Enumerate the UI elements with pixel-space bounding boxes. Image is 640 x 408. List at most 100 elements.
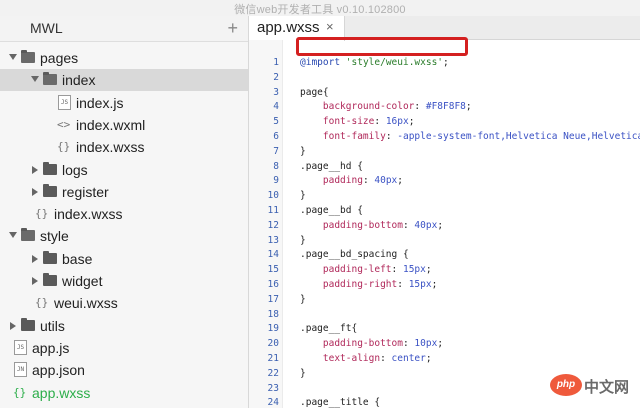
js-file-icon: JS xyxy=(14,339,27,355)
code-token: ; xyxy=(408,116,415,128)
code-line: 19 .page__ft{ xyxy=(249,322,640,337)
tree-item[interactable]: pages xyxy=(0,47,248,69)
code-token: padding-bottom xyxy=(322,338,403,350)
chevron-down-icon[interactable] xyxy=(9,54,17,60)
wxss-file-icon: {} xyxy=(57,140,71,154)
line-number: 12 xyxy=(267,219,279,231)
folder-icon xyxy=(21,317,35,331)
code-line: 13} xyxy=(249,234,640,249)
line-number: 13 xyxy=(267,234,279,246)
code-token: center xyxy=(391,353,426,364)
tree-item[interactable]: widget xyxy=(0,270,248,292)
code-text: } xyxy=(300,367,306,382)
code-token: .page__bd_spacing { xyxy=(300,249,409,261)
tree-item-label: pages xyxy=(40,50,79,66)
code-token: padding-bottom xyxy=(322,219,403,231)
tree-item[interactable]: style xyxy=(0,225,248,247)
chevron-right-icon[interactable] xyxy=(32,277,38,285)
tree-item-label: index xyxy=(62,72,96,89)
tree-item-label: index.wxss xyxy=(54,206,123,223)
code-token: .page__ft{ xyxy=(300,323,358,335)
code-token: : xyxy=(397,279,409,290)
tree-item[interactable]: JN app.json xyxy=(0,359,248,381)
tree-item[interactable]: base xyxy=(0,248,248,270)
code-line: 10} xyxy=(249,189,640,204)
code-token: : xyxy=(414,101,426,113)
code-token: : xyxy=(362,175,375,187)
code-token: 15px xyxy=(408,279,432,290)
window-titlebar: 微信web开发者工具 v0.10.102800 xyxy=(0,0,640,16)
tree-item-label: app.js xyxy=(32,339,70,356)
chevron-right-icon[interactable] xyxy=(32,165,38,174)
php-logo: php xyxy=(550,374,582,396)
chevron-down-icon[interactable] xyxy=(9,232,17,239)
tree-item[interactable]: {} index.wxss xyxy=(0,203,248,225)
code-text: } xyxy=(300,189,306,204)
code-text: padding-bottom: 10px; xyxy=(300,337,443,352)
code-token: 'style/weui.wxss' xyxy=(345,57,444,68)
code-token: padding-right xyxy=(322,279,398,290)
tab-label: app.wxss xyxy=(257,19,320,36)
code-line: 6 font-family: -apple-system-font,Helvet… xyxy=(249,130,640,145)
tree-item[interactable]: index xyxy=(0,69,248,92)
code-text: page{ xyxy=(300,86,329,101)
code-token: ; xyxy=(425,353,432,364)
folder-icon xyxy=(43,183,57,197)
line-number: 14 xyxy=(267,249,279,261)
code-token: } xyxy=(300,234,306,246)
code-text: padding: 40px; xyxy=(300,174,403,189)
code-token: } xyxy=(300,190,306,202)
code-line: 18 xyxy=(249,308,640,323)
code-text: .page__ft{ xyxy=(300,322,357,337)
code-editor[interactable]: app.wxss × 1 @import 'style/weui.wxss'; 2 3… xyxy=(249,16,640,408)
code-token: : xyxy=(402,338,415,350)
code-token: 15px xyxy=(402,264,426,276)
chevron-right-icon[interactable] xyxy=(10,321,16,330)
tree-item-label: register xyxy=(62,183,109,200)
code-token: padding-left xyxy=(322,264,392,276)
code-line: 20 padding-bottom: 10px; xyxy=(249,337,640,352)
line-number: 8 xyxy=(273,160,279,172)
code-token: font-family xyxy=(322,131,386,142)
tree-item[interactable]: <> index.wxml xyxy=(0,114,248,136)
tree-item-label: app.wxss xyxy=(32,384,91,401)
window-title: 微信web开发者工具 v0.10.102800 xyxy=(234,4,406,16)
tree-item[interactable]: JS app.js xyxy=(0,337,248,359)
tree-item[interactable]: logs xyxy=(0,159,248,181)
tree-item[interactable]: JS index.js xyxy=(0,92,248,114)
tree-item[interactable]: {} weui.wxss xyxy=(0,292,248,314)
code-token: } xyxy=(300,367,306,379)
chevron-right-icon[interactable] xyxy=(32,187,38,196)
code-text: padding-right: 15px; xyxy=(300,278,437,293)
tree-item[interactable]: {} app.wxss xyxy=(0,382,248,404)
tree-item-label: utils xyxy=(40,317,65,334)
chevron-down-icon[interactable] xyxy=(31,76,39,83)
tree-item-label: app.json xyxy=(32,362,85,379)
tree-item[interactable]: {} index.wxss xyxy=(0,136,248,158)
line-number: 4 xyxy=(273,101,279,113)
code-text: font-size: 16px; xyxy=(300,115,415,130)
chevron-right-icon[interactable] xyxy=(32,254,38,263)
code-token: ; xyxy=(425,264,432,276)
line-number: 5 xyxy=(273,116,279,128)
code-token: : xyxy=(374,116,386,128)
code-token: : xyxy=(385,131,398,142)
close-icon[interactable]: × xyxy=(326,19,334,34)
tree-item[interactable]: register xyxy=(0,181,248,203)
code-line: 9 padding: 40px; xyxy=(249,174,640,189)
code-token: text-align xyxy=(322,353,381,364)
wxss-file-icon: {} xyxy=(13,385,27,399)
line-number: 11 xyxy=(267,205,279,216)
code-line: 17} xyxy=(249,293,640,308)
tree-item[interactable]: utils xyxy=(0,315,248,337)
code-line: 14 .page__bd_spacing { xyxy=(249,248,640,263)
code-area[interactable]: 1 @import 'style/weui.wxss'; 2 3 page{4 back… xyxy=(249,40,640,408)
code-line: 5 font-size: 16px; xyxy=(249,115,640,130)
add-file-button[interactable]: + xyxy=(227,16,238,40)
